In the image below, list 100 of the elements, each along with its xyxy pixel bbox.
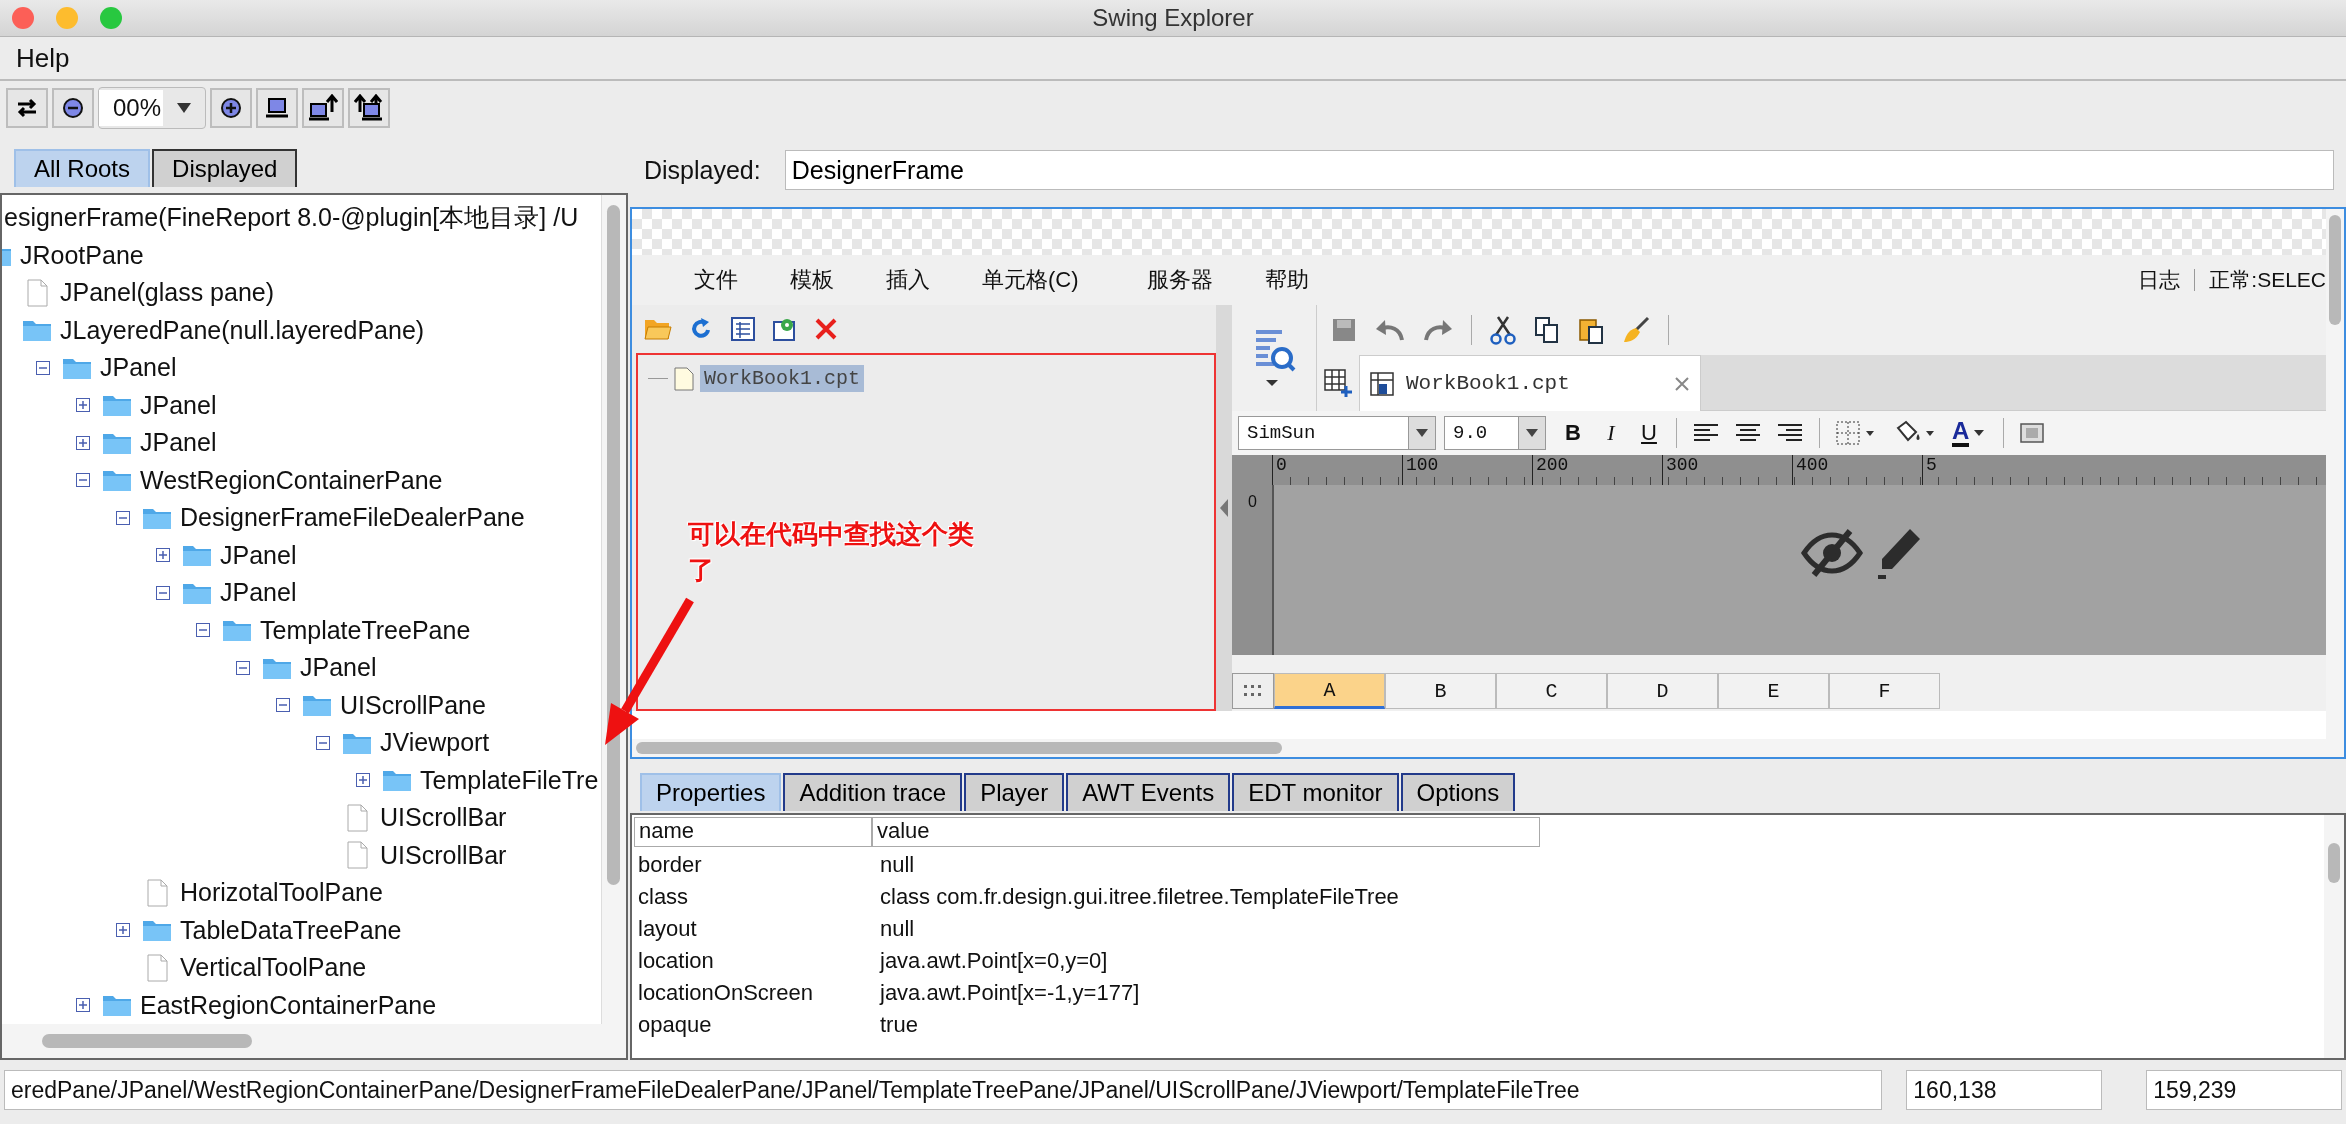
tree-node[interactable]: JPanel <box>220 578 297 608</box>
tree-node[interactable]: UIScrollBar <box>380 803 507 833</box>
file-item[interactable]: WorkBook1.cpt <box>700 365 865 392</box>
tree-node[interactable]: TableDataTreePane <box>180 915 402 945</box>
border-icon[interactable] <box>1836 421 1876 445</box>
delete-icon[interactable] <box>814 317 838 341</box>
tab[interactable]: EDT monitor <box>1232 773 1399 811</box>
redo-icon[interactable] <box>1423 318 1453 342</box>
tree-node[interactable]: JLayeredPane(null.layeredPane) <box>60 315 425 345</box>
collapse-icon[interactable] <box>156 585 170 600</box>
menu-item[interactable]: 文件 <box>668 265 764 295</box>
document-tab[interactable]: WorkBook1.cpt <box>1359 355 1701 411</box>
collapse-icon[interactable] <box>276 698 290 713</box>
scrollbar-thumb[interactable] <box>42 1034 252 1048</box>
merge-cells-icon[interactable] <box>2020 421 2045 445</box>
column-header[interactable]: D <box>1607 673 1718 709</box>
eye-slash-icon[interactable] <box>1800 527 1864 579</box>
close-icon[interactable] <box>1674 375 1690 392</box>
tree-node[interactable]: JPanel(glass pane) <box>60 278 274 308</box>
scrollbar-thumb[interactable] <box>607 205 620 885</box>
collapse-icon[interactable] <box>316 735 330 750</box>
tree-node[interactable]: JPanel <box>220 540 297 570</box>
gear-icon[interactable] <box>772 316 798 342</box>
tree-node[interactable]: JPanel <box>300 653 377 683</box>
tree-node[interactable]: TemplateFileTre <box>420 765 599 795</box>
font-dropdown[interactable]: SimSun <box>1238 416 1436 450</box>
align-left-icon[interactable] <box>1693 423 1719 443</box>
tree-node[interactable]: JPanel <box>140 390 217 420</box>
displayed-field[interactable]: DesignerFrame <box>784 150 2334 190</box>
collapse-icon[interactable] <box>196 623 210 638</box>
collapse-icon[interactable] <box>116 510 130 525</box>
tree-node[interactable]: JPanel <box>100 353 177 383</box>
tab[interactable]: All Roots <box>14 149 151 187</box>
collapse-icon[interactable] <box>236 660 250 675</box>
tab[interactable]: Player <box>964 773 1065 811</box>
column-header[interactable]: A <box>1274 673 1385 709</box>
monitor-up-both-icon[interactable] <box>348 88 390 128</box>
align-right-icon[interactable] <box>1777 423 1803 443</box>
brush-icon[interactable] <box>1622 316 1650 344</box>
monitor-icon[interactable] <box>256 88 298 128</box>
collapse-icon[interactable] <box>76 473 90 488</box>
expand-icon[interactable] <box>356 773 370 788</box>
tab[interactable]: Properties <box>640 773 782 811</box>
menu-item[interactable]: 插入 <box>860 265 956 295</box>
tab[interactable]: Displayed <box>152 149 298 187</box>
zoom-out-button[interactable] <box>52 88 94 128</box>
tree-node[interactable]: JViewport <box>380 728 490 758</box>
column-header[interactable]: E <box>1718 673 1829 709</box>
tree-node[interactable]: UIScrollBar <box>380 840 507 870</box>
menu-item[interactable]: 单元格(C) <box>956 265 1121 295</box>
tree-node[interactable]: UIScrollPane <box>340 690 486 720</box>
refresh-button[interactable] <box>6 88 48 128</box>
paste-icon[interactable] <box>1578 316 1604 344</box>
table-cell-text: class com.fr.design.gui.itree.filetree.TemplateFileTree <box>879 884 1400 910</box>
tree-node[interactable]: JPanel <box>140 428 217 458</box>
expand-icon[interactable] <box>116 923 130 938</box>
menu-item[interactable]: Help <box>16 42 70 74</box>
tree-node[interactable]: EastRegionContainerPane <box>140 990 437 1020</box>
table-cell-text: null <box>879 852 916 878</box>
zoom-in-button[interactable] <box>210 88 252 128</box>
undo-icon[interactable] <box>1375 318 1405 342</box>
list-icon[interactable] <box>730 316 756 342</box>
menu-item[interactable]: 模板 <box>764 265 860 295</box>
expand-icon[interactable] <box>76 398 90 413</box>
menu-item[interactable]: 服务器 <box>1120 265 1239 295</box>
tree-node[interactable]: VerticalToolPane <box>180 953 367 983</box>
zoom-dropdown[interactable]: 00% <box>98 87 206 129</box>
tab[interactable]: AWT Events <box>1066 773 1231 811</box>
scrollbar-thumb[interactable] <box>2328 843 2340 883</box>
expand-icon[interactable] <box>76 435 90 450</box>
text-style-button[interactable]: B <box>1562 420 1584 446</box>
align-center-icon[interactable] <box>1735 423 1761 443</box>
log-label[interactable]: 日志 <box>2138 266 2181 294</box>
save-icon[interactable] <box>1331 317 1357 343</box>
copy-icon[interactable] <box>1534 316 1560 344</box>
cut-icon[interactable] <box>1490 315 1516 345</box>
column-header[interactable]: F <box>1829 673 1940 709</box>
collapse-arrow-icon[interactable] <box>1219 498 1229 518</box>
column-header[interactable]: B <box>1385 673 1496 709</box>
tree-node[interactable]: DesignerFrameFileDealerPane <box>180 503 525 533</box>
font-size-dropdown[interactable]: 9.0 <box>1444 416 1546 450</box>
collapse-icon[interactable] <box>36 360 50 375</box>
monitor-up-icon[interactable] <box>302 88 344 128</box>
text-style-button[interactable]: U <box>1638 420 1660 446</box>
font-color-button[interactable]: A <box>1952 419 1988 447</box>
column-header[interactable]: C <box>1496 673 1607 709</box>
scrollbar-thumb[interactable] <box>636 742 1282 754</box>
menu-item[interactable]: 帮助 <box>1238 265 1335 295</box>
tree-node[interactable]: TemplateTreePane <box>260 615 471 645</box>
text-style-button[interactable]: I <box>1600 420 1622 446</box>
tree-node[interactable]: esignerFrame(FineReport 8.0-@plugin[本地目录] /U <box>4 201 579 235</box>
grid-icon[interactable] <box>1232 673 1274 709</box>
tree-node[interactable]: WestRegionContainerPane <box>140 465 443 495</box>
expand-icon[interactable] <box>76 998 90 1013</box>
tree-node[interactable]: HorizotalToolPane <box>180 878 383 908</box>
tab[interactable]: Options <box>1400 773 1516 811</box>
scrollbar-thumb[interactable] <box>2329 215 2341 325</box>
tree-node[interactable]: JRootPane <box>20 240 144 270</box>
expand-icon[interactable] <box>156 548 170 563</box>
tab[interactable]: Addition trace <box>783 773 963 811</box>
